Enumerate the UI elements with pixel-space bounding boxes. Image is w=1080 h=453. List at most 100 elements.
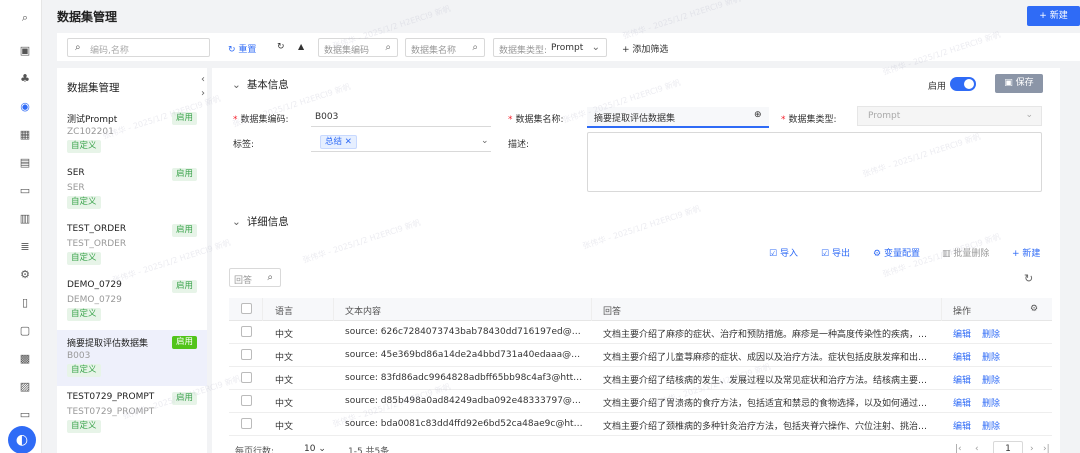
- image-icon[interactable]: ▨: [19, 381, 31, 393]
- chevron-right-icon[interactable]: ›: [201, 88, 211, 100]
- search-icon: ⌕: [385, 42, 391, 53]
- import-button[interactable]: ☑ 导入: [769, 246, 798, 259]
- import-icon: ☑: [769, 249, 780, 259]
- enable-toggle[interactable]: [950, 77, 976, 91]
- dataset-detail-panel: ⌄ 基本信息 启用 ▣ 保存 * 数据集编码: B003 * 数据集名称: 摘要提取评…: [212, 68, 1060, 453]
- status-badge: 启用: [171, 168, 197, 181]
- edit-link[interactable]: 编辑: [953, 330, 971, 340]
- pagination: 每页行数: 10 ⌄ 1-5 共5条 |‹ ‹ 1 › ›|: [229, 441, 1052, 453]
- export-button[interactable]: ☑ 导出: [821, 246, 850, 259]
- add-filter-button[interactable]: + 添加筛选: [622, 42, 668, 55]
- page-number-input[interactable]: 1: [993, 441, 1023, 453]
- type-tag: 自定义: [67, 196, 101, 209]
- delete-link[interactable]: 删除: [982, 330, 1000, 340]
- refresh-icon[interactable]: ↻: [277, 42, 285, 52]
- chart-icon[interactable]: ▥: [19, 213, 31, 225]
- row-checkbox[interactable]: [241, 326, 252, 337]
- chevron-left-icon[interactable]: ‹: [201, 74, 211, 86]
- basic-info-header[interactable]: ⌄ 基本信息: [232, 77, 289, 92]
- refresh-icon[interactable]: ↻: [1024, 272, 1033, 285]
- dataset-name-filter[interactable]: 数据集名称 ⌕: [405, 38, 485, 57]
- status-badge: 启用: [171, 224, 197, 237]
- collapse-up-icon[interactable]: ▲: [298, 42, 304, 51]
- tag-chip[interactable]: 总结 ✕: [320, 135, 357, 149]
- new-dataset-button[interactable]: + 新建: [1027, 6, 1080, 26]
- chevron-down-icon[interactable]: ⌄: [481, 136, 489, 146]
- row-checkbox[interactable]: [241, 418, 252, 429]
- row-checkbox[interactable]: [241, 372, 252, 383]
- edit-link[interactable]: 编辑: [953, 422, 971, 432]
- org-chart-icon[interactable]: ♣: [19, 73, 31, 85]
- row-checkbox[interactable]: [241, 349, 252, 360]
- row-checkbox[interactable]: [241, 395, 252, 406]
- delete-link[interactable]: 删除: [982, 353, 1000, 363]
- variable-config-button[interactable]: ⚙ 变量配置: [873, 246, 920, 259]
- assistant-logo-icon[interactable]: ◐: [8, 426, 36, 453]
- chevron-down-icon: ⌄: [318, 444, 326, 453]
- table-row: 中文 source: 626c7284073743bab78430dd71619…: [229, 321, 1052, 344]
- delete-link[interactable]: 删除: [982, 376, 1000, 386]
- first-page-icon[interactable]: |‹: [955, 444, 962, 453]
- type-tag: 自定义: [67, 308, 101, 321]
- dataset-code-filter[interactable]: 数据集编码 ⌕: [318, 38, 398, 57]
- type-tag: 自定义: [67, 140, 101, 153]
- message-icon[interactable]: ▢: [19, 325, 31, 337]
- select-all-checkbox[interactable]: [241, 303, 252, 314]
- edit-link[interactable]: 编辑: [953, 399, 971, 409]
- dataset-type-filter[interactable]: 数据集类型: Prompt ⌄: [493, 38, 607, 57]
- dataset-code-value: B003: [315, 112, 339, 122]
- search-icon: ⌕: [472, 42, 478, 53]
- dataset-type-select: Prompt ⌄: [857, 106, 1042, 126]
- wallet-icon[interactable]: ▭: [19, 185, 31, 197]
- next-page-icon[interactable]: ›: [1030, 444, 1034, 453]
- search-icon[interactable]: ⌕: [19, 12, 31, 24]
- panel-icon[interactable]: ▭: [19, 409, 31, 421]
- column-settings-icon[interactable]: ⚙: [1030, 304, 1038, 314]
- status-badge: 启用: [171, 336, 197, 349]
- close-icon[interactable]: ✕: [345, 137, 352, 147]
- answer-search-input[interactable]: 回答 ⌕: [229, 268, 281, 287]
- edit-link[interactable]: 编辑: [953, 376, 971, 386]
- search-icon: ⌕: [267, 272, 273, 283]
- chevron-down-icon: ⌄: [1025, 110, 1033, 120]
- delete-link[interactable]: 删除: [982, 422, 1000, 432]
- document-icon[interactable]: ▤: [19, 157, 31, 169]
- chevron-down-icon: ⌄: [232, 216, 241, 228]
- globe-icon[interactable]: ⊕: [754, 110, 762, 120]
- settings-box-icon[interactable]: ⚙: [19, 269, 31, 281]
- list-item[interactable]: 测试Prompt 启用 ZC102201 自定义: [57, 106, 207, 162]
- type-tag: 自定义: [67, 252, 101, 265]
- table-header: 语言 文本内容 回答 操作 ⚙: [229, 298, 1052, 321]
- dataset-icon[interactable]: ◉: [19, 101, 31, 113]
- delete-link[interactable]: 删除: [982, 399, 1000, 409]
- search-icon: ⌕: [75, 42, 81, 53]
- reset-button[interactable]: ↻ 重置: [228, 42, 256, 55]
- dataset-name-field[interactable]: 摘要提取评估数据集 ⊕: [587, 107, 769, 127]
- export-icon: ☑: [821, 249, 832, 259]
- file-icon[interactable]: ▯: [19, 297, 31, 309]
- camera-icon[interactable]: ▣: [19, 45, 31, 57]
- list-item[interactable]: DEMO_0729 启用 DEMO_0729 自定义: [57, 274, 207, 330]
- page-size-select[interactable]: 10 ⌄: [304, 444, 326, 453]
- filter-bar: ⌕ 编码,名称 ↻ 重置 ↻ ▲ 数据集编码 ⌕ 数据集名称 ⌕ 数据集类型: …: [57, 33, 1080, 61]
- table-row: 中文 source: 45e369bd86a14de2a4bbd731a40ed…: [229, 344, 1052, 367]
- prev-page-icon[interactable]: ‹: [975, 444, 979, 453]
- edit-link[interactable]: 编辑: [953, 353, 971, 363]
- save-button[interactable]: ▣ 保存: [995, 74, 1043, 93]
- table-row: 中文 source: d85b498a0ad84249adba092e48333…: [229, 390, 1052, 413]
- list-item[interactable]: SER 启用 SER 自定义: [57, 162, 207, 218]
- list-item[interactable]: TEST_ORDER 启用 TEST_ORDER 自定义: [57, 218, 207, 274]
- grid-icon[interactable]: ▦: [19, 129, 31, 141]
- keyword-search-input[interactable]: ⌕ 编码,名称: [67, 38, 210, 57]
- list-item[interactable]: TEST0729_PROMPT 启用 TEST0729_PROMPT 自定义: [57, 386, 207, 442]
- record-icon[interactable]: ▩: [19, 353, 31, 365]
- status-badge: 启用: [171, 392, 197, 405]
- last-page-icon[interactable]: ›|: [1043, 444, 1050, 453]
- batch-delete-button[interactable]: ▥ 批量删除: [942, 246, 989, 259]
- list-item-selected[interactable]: 摘要提取评估数据集 启用 B003 自定义: [57, 330, 207, 386]
- description-textarea[interactable]: [587, 132, 1042, 192]
- detail-info-header[interactable]: ⌄ 详细信息: [232, 214, 289, 229]
- nav-rail: ⌕ ▣ ♣ ◉ ▦ ▤ ▭ ▥ ≣ ⚙ ▯ ▢ ▩ ▨ ▭ ◐: [0, 0, 42, 453]
- layers-icon[interactable]: ≣: [19, 241, 31, 253]
- add-row-button[interactable]: + 新建: [1012, 246, 1040, 259]
